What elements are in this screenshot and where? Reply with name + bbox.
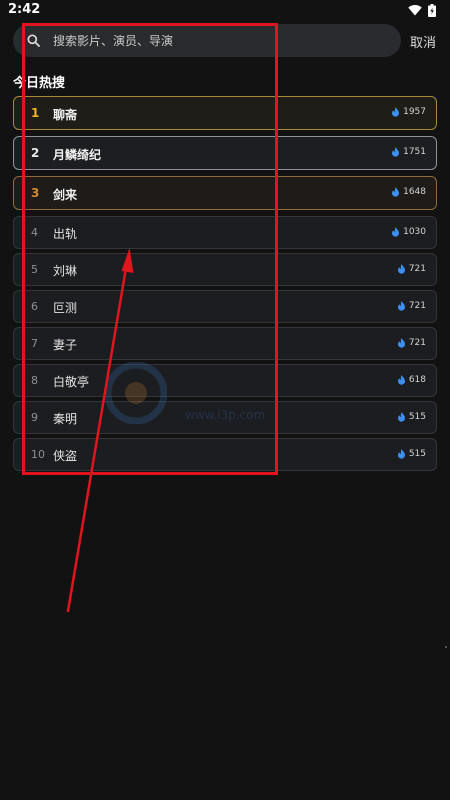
flame-icon [392,147,400,157]
flame-icon [397,264,405,274]
search-row: 取消 [0,24,450,58]
heat-value: 721 [408,301,426,311]
hot-item[interactable]: 9 秦明 515 [13,401,437,434]
cancel-button[interactable]: 取消 [410,32,436,51]
heat-value: 721 [408,338,426,348]
rank-number: 8 [31,374,38,387]
heat-value: 618 [408,375,426,385]
rank-number: 4 [31,226,38,239]
hot-item[interactable]: 7 妻子 721 [13,327,437,360]
search-box[interactable] [13,24,401,57]
decorative-dot [445,646,447,648]
heat-value: 721 [408,264,426,274]
heat-value: 1957 [403,107,426,117]
rank-number: 7 [31,337,38,350]
flame-icon [397,301,405,311]
item-title: 叵测 [53,301,78,315]
rank-number: 6 [31,300,38,313]
heat-value: 1751 [403,147,426,157]
hot-search-list: 1 聊斋 1957 2 月鳞绮纪 1751 3 剑来 1648 4 出轨 103… [13,96,437,475]
item-title: 剑来 [53,188,78,202]
rank-number: 5 [31,263,38,276]
heat-indicator: 1030 [391,227,426,237]
hot-item[interactable]: 10 侠盗 515 [13,438,437,471]
flame-icon [397,338,405,348]
heat-indicator: 1957 [391,107,426,117]
hot-item[interactable]: 4 出轨 1030 [13,216,437,249]
rank-number: 3 [31,186,40,200]
item-title: 月鳞绮纪 [53,148,102,162]
rank-number: 1 [31,106,40,120]
item-title: 妻子 [53,338,78,352]
flame-icon [392,187,400,197]
flame-icon [397,412,405,422]
heat-value: 515 [408,412,426,422]
status-icons [408,3,436,17]
flame-icon [392,107,400,117]
status-bar: 2:42 [0,0,450,22]
heat-value: 515 [408,449,426,459]
flame-icon [397,375,405,385]
section-title: 今日热搜 [13,76,66,91]
flame-icon [392,227,400,237]
rank-number: 9 [31,411,38,424]
heat-value: 1030 [403,227,426,237]
wifi-icon [408,5,422,16]
item-title: 秦明 [53,412,78,426]
flame-icon [397,449,405,459]
item-title: 刘琳 [53,264,78,278]
heat-indicator: 1648 [391,187,426,197]
item-title: 出轨 [53,227,78,241]
hot-item[interactable]: 3 剑来 1648 [13,176,437,210]
rank-number: 10 [31,448,45,461]
heat-indicator: 721 [397,301,426,311]
search-icon [27,34,40,47]
heat-value: 1648 [403,187,426,197]
hot-item[interactable]: 2 月鳞绮纪 1751 [13,136,437,170]
hot-item[interactable]: 1 聊斋 1957 [13,96,437,130]
heat-indicator: 1751 [391,147,426,157]
heat-indicator: 515 [397,449,426,459]
search-input[interactable] [53,24,383,57]
hot-item[interactable]: 6 叵测 721 [13,290,437,323]
heat-indicator: 721 [397,264,426,274]
item-title: 侠盗 [53,449,78,463]
status-time: 2:42 [8,2,41,17]
heat-indicator: 721 [397,338,426,348]
item-title: 聊斋 [53,108,78,122]
battery-icon [428,3,436,17]
rank-number: 2 [31,146,40,160]
heat-indicator: 515 [397,412,426,422]
heat-indicator: 618 [397,375,426,385]
item-title: 白敬亭 [53,375,90,389]
screen: 2:42 取消 今日热搜 1 聊斋 [0,0,450,800]
hot-item[interactable]: 8 白敬亭 618 [13,364,437,397]
hot-item[interactable]: 5 刘琳 721 [13,253,437,286]
